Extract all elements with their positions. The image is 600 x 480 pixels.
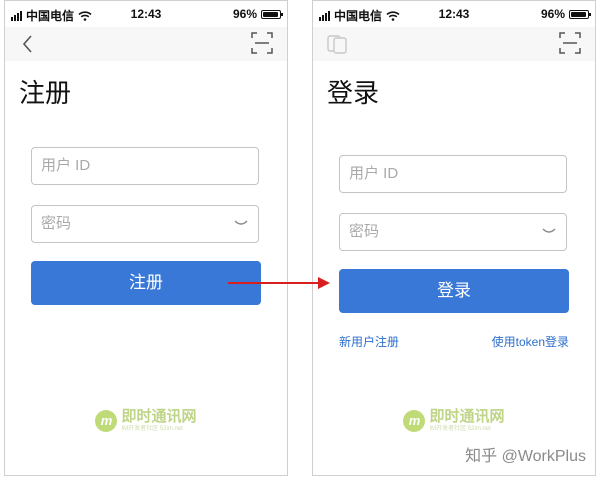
register-link[interactable]: 新用户注册 <box>339 333 399 350</box>
status-bar: 中国电信 12:43 96% <box>313 1 595 27</box>
watermark: m 即时通讯网 IM开发者社区 52im.net <box>5 403 287 439</box>
battery-percent: 96% <box>232 7 257 21</box>
credit-text: 知乎 @WorkPlus <box>465 448 586 465</box>
page-title: 注册 <box>19 78 72 108</box>
watermark-logo: m <box>95 410 118 432</box>
watermark-subtitle: IM开发者社区 52im.net <box>429 426 491 432</box>
watermark-logo: m <box>403 410 426 432</box>
eye-closed-icon[interactable] <box>234 219 248 227</box>
eye-closed-icon[interactable] <box>542 227 556 235</box>
status-right: 96% <box>232 7 283 21</box>
watermark-text: 即时通讯网 IM开发者社区 52im.net <box>121 409 196 433</box>
battery-fill <box>571 11 587 17</box>
battery-icon <box>569 9 591 19</box>
login-button[interactable]: 登录 <box>339 269 569 313</box>
watermark: m 即时通讯网 IM开发者社区 52im.net <box>313 403 595 439</box>
register-screen: 中国电信 12:43 96% 注册 用户 ID 密码 注册 m 即时通讯网 IM… <box>4 0 288 476</box>
watermark-title: 即时通讯网 <box>429 408 505 425</box>
scan-icon[interactable] <box>559 32 581 54</box>
watermark-text: 即时通讯网 IM开发者社区 52im.net <box>429 409 504 433</box>
back-icon[interactable] <box>19 33 37 55</box>
battery-fill <box>263 11 279 17</box>
battery-percent: 96% <box>540 7 565 21</box>
username-input[interactable]: 用户 ID <box>31 147 259 185</box>
nav-bar <box>5 27 287 61</box>
username-input[interactable]: 用户 ID <box>339 155 567 193</box>
status-right: 96% <box>540 7 591 21</box>
token-login-link[interactable]: 使用token登录 <box>492 333 569 350</box>
password-input[interactable]: 密码 <box>339 213 567 251</box>
password-placeholder: 密码 <box>41 215 72 232</box>
document-icon[interactable] <box>327 34 349 54</box>
battery-icon <box>261 9 283 19</box>
watermark-subtitle: IM开发者社区 52im.net <box>121 426 183 432</box>
password-placeholder: 密码 <box>349 223 380 240</box>
watermark-title: 即时通讯网 <box>121 408 197 425</box>
password-input[interactable]: 密码 <box>31 205 259 243</box>
login-screen: 中国电信 12:43 96% 登录 用户 ID 密码 登录 新用户注册 使用to… <box>312 0 596 476</box>
status-bar: 中国电信 12:43 96% <box>5 1 287 27</box>
scan-icon[interactable] <box>251 32 273 54</box>
page-title: 登录 <box>327 78 380 108</box>
nav-bar <box>313 27 595 61</box>
flow-arrow-icon <box>228 277 330 289</box>
